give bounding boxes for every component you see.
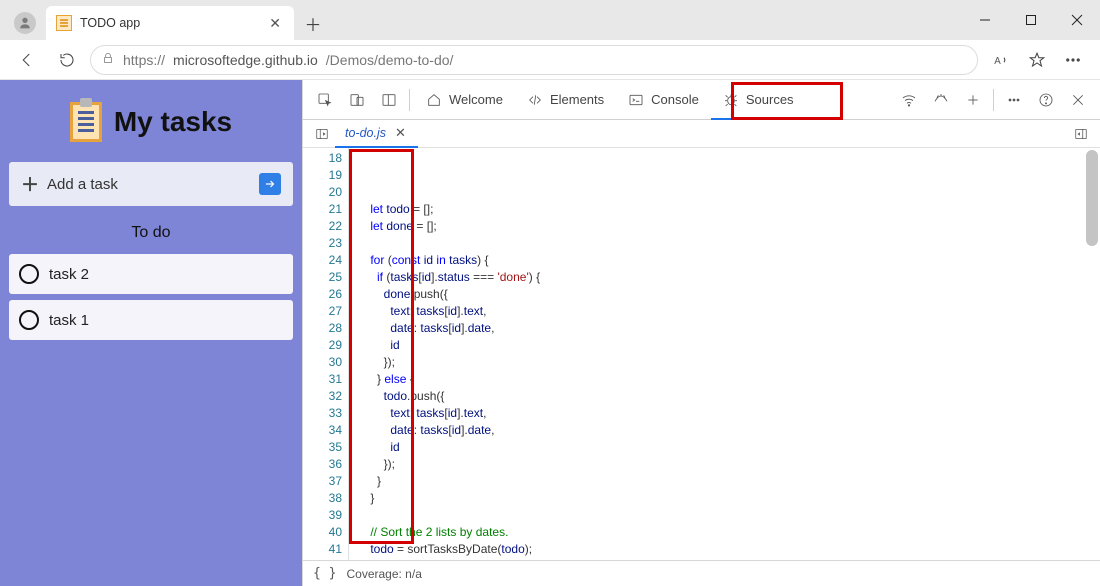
task-radio[interactable]: [19, 264, 39, 284]
url-path: /Demos/demo-to-do/: [326, 52, 454, 68]
devtools-panel: Welcome Elements Console Sources: [302, 80, 1100, 586]
show-navigator-button[interactable]: [309, 127, 335, 141]
url-prefix: https://: [123, 52, 165, 68]
plus-icon: ＋: [21, 171, 39, 197]
home-icon: [426, 92, 442, 108]
clipboard-icon: [70, 102, 102, 142]
network-conditions-button[interactable]: [893, 84, 925, 116]
task-radio[interactable]: [19, 310, 39, 330]
devtools-statusbar: { } Coverage: n/a: [303, 560, 1100, 586]
todo-section-heading: To do: [9, 224, 293, 242]
browser-titlebar: TODO app ✕ ＋: [0, 0, 1100, 40]
app-viewport: My tasks ＋ Add a task To do task 2 task 1: [0, 80, 302, 586]
svg-text:A: A: [994, 55, 1001, 66]
task-row[interactable]: task 1: [9, 300, 293, 340]
favorite-button[interactable]: [1020, 43, 1054, 77]
show-debugger-button[interactable]: [1068, 127, 1094, 141]
performance-button[interactable]: [925, 84, 957, 116]
read-aloud-button[interactable]: A: [984, 43, 1018, 77]
tab-elements[interactable]: Elements: [515, 80, 616, 120]
close-file-icon[interactable]: ✕: [393, 123, 408, 143]
tab-welcome[interactable]: Welcome: [414, 80, 515, 120]
pretty-print-button[interactable]: { }: [313, 566, 336, 581]
file-tab-todo-js[interactable]: to-do.js ✕: [335, 120, 418, 148]
maximize-button[interactable]: [1008, 0, 1054, 40]
add-task-placeholder: Add a task: [47, 176, 251, 193]
devtools-scrollbar[interactable]: [1086, 150, 1098, 410]
task-row[interactable]: task 2: [9, 254, 293, 294]
line-gutter[interactable]: 1819202122232425262728293031323334353637…: [303, 148, 348, 560]
devtools-toolbar: Welcome Elements Console Sources: [303, 80, 1100, 120]
task-label: task 2: [49, 266, 89, 283]
more-button[interactable]: [1056, 43, 1090, 77]
back-button[interactable]: [10, 43, 44, 77]
url-host: microsoftedge.github.io: [173, 52, 318, 68]
console-icon: [628, 92, 644, 108]
coverage-status: Coverage: n/a: [346, 567, 421, 581]
devtools-more-button[interactable]: [998, 84, 1030, 116]
devtools-close-button[interactable]: [1062, 84, 1094, 116]
tab-sources[interactable]: Sources: [711, 80, 806, 120]
close-tab-icon[interactable]: ✕: [266, 12, 284, 35]
new-tab-button[interactable]: ＋: [298, 8, 328, 38]
inspect-element-button[interactable]: [309, 84, 341, 116]
tab-console[interactable]: Console: [616, 80, 711, 120]
code-editor[interactable]: 1819202122232425262728293031323334353637…: [303, 148, 1100, 560]
minimize-button[interactable]: [962, 0, 1008, 40]
lock-icon: [101, 51, 115, 68]
code-icon: [527, 92, 543, 108]
devtools-help-button[interactable]: [1030, 84, 1062, 116]
window-controls: [962, 0, 1100, 40]
editor-tabbar: to-do.js ✕: [303, 120, 1100, 148]
app-title: My tasks: [114, 106, 232, 138]
tab-favicon: [56, 15, 72, 31]
url-input[interactable]: https:// microsoftedge.github.io/Demos/de…: [90, 45, 978, 75]
device-toolbar-button[interactable]: [341, 84, 373, 116]
dock-side-button[interactable]: [373, 84, 405, 116]
submit-task-button[interactable]: [259, 173, 281, 195]
task-label: task 1: [49, 312, 89, 329]
profile-avatar[interactable]: [14, 12, 36, 34]
add-tab-button[interactable]: [957, 84, 989, 116]
add-task-input[interactable]: ＋ Add a task: [9, 162, 293, 206]
bug-icon: [723, 92, 739, 108]
address-bar: https:// microsoftedge.github.io/Demos/de…: [0, 40, 1100, 80]
scrollbar-thumb[interactable]: [1086, 150, 1098, 246]
code-content[interactable]: let todo = []; let done = []; for (const…: [349, 148, 1100, 560]
tab-title: TODO app: [80, 16, 258, 30]
close-window-button[interactable]: [1054, 0, 1100, 40]
browser-tab[interactable]: TODO app ✕: [46, 6, 294, 40]
refresh-button[interactable]: [50, 43, 84, 77]
